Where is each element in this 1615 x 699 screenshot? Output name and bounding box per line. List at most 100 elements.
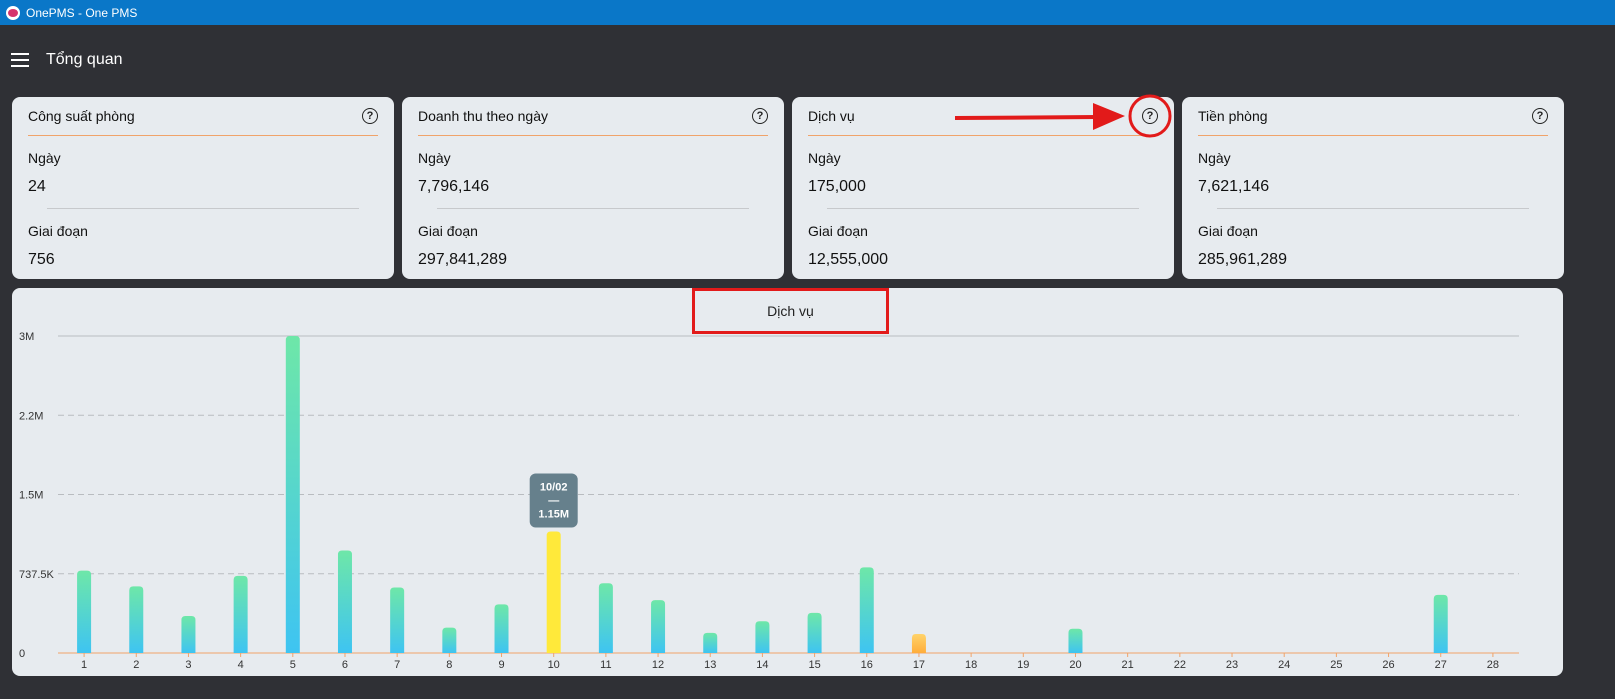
x-tick-label: 3: [185, 659, 191, 671]
x-tick-label: 15: [808, 659, 820, 671]
chart-bar[interactable]: [77, 570, 92, 653]
period-label: Giai đoạn: [28, 223, 88, 239]
period-label: Giai đoạn: [808, 223, 868, 239]
chart-bar[interactable]: [807, 612, 822, 653]
x-tick-label: 19: [1017, 659, 1029, 671]
x-tick-label: 17: [913, 659, 925, 671]
app-bar: Tổng quan: [0, 25, 1615, 95]
y-tick-label: 2.2M: [19, 410, 43, 422]
x-tick-label: 10: [548, 659, 560, 671]
tooltip-text: 1.15M: [538, 508, 569, 520]
x-tick-label: 6: [342, 659, 348, 671]
chart-tooltip: 10/02 —1.15M: [529, 473, 578, 528]
card-room-occupancy: Công suất phòng ? Ngày 24 Giai đoạn 756: [12, 97, 394, 279]
chart-bar[interactable]: [598, 583, 613, 653]
card-title-underline: [418, 135, 768, 136]
period-value: 756: [28, 251, 55, 268]
x-tick-label: 27: [1435, 659, 1447, 671]
chart-bar[interactable]: [129, 586, 144, 653]
x-tick-label: 7: [394, 659, 400, 671]
card-daily-revenue: Doanh thu theo ngày ? Ngày 7,796,146 Gia…: [402, 97, 784, 279]
x-tick-label: 16: [861, 659, 873, 671]
chart-bar[interactable]: [494, 604, 509, 653]
services-bar-chart[interactable]: 0737.5K1.5M2.2M3M 1 2 3 4 5 6 7 8 9 10 11 12 13 14 15 1…: [12, 288, 1563, 676]
card-services: Dịch vụ ? Ngày 175,000 Giai đoạn 12,555,…: [792, 97, 1174, 279]
period-label: Giai đoạn: [418, 223, 478, 239]
card-title-underline: [28, 135, 378, 136]
x-tick-label: 12: [652, 659, 664, 671]
chart-bar[interactable]: [285, 336, 300, 653]
chart-bar[interactable]: [442, 627, 457, 653]
day-label: Ngày: [28, 150, 61, 166]
day-label: Ngày: [1198, 150, 1231, 166]
x-tick-label: 9: [498, 659, 504, 671]
card-title: Tiền phòng: [1198, 108, 1268, 124]
help-icon[interactable]: ?: [1142, 108, 1158, 124]
tooltip-text: 10/02: [540, 481, 568, 493]
card-divider: [827, 208, 1139, 209]
period-value: 297,841,289: [418, 251, 507, 268]
y-tick-label: 0: [19, 648, 25, 660]
card-title-underline: [1198, 135, 1548, 136]
card-title: Dịch vụ: [808, 108, 855, 124]
day-label: Ngày: [418, 150, 451, 166]
x-tick-label: 2: [133, 659, 139, 671]
chart-bar[interactable]: [546, 531, 561, 653]
card-room-charges: Tiền phòng ? Ngày 7,621,146 Giai đoạn 28…: [1182, 97, 1564, 279]
x-tick-label: 20: [1069, 659, 1081, 671]
y-tick-label: 1.5M: [19, 490, 43, 502]
help-icon[interactable]: ?: [362, 108, 378, 124]
chart-bar[interactable]: [233, 575, 248, 653]
chart-panel: 0 737.5K 1.5M 2.2M 3M 1 2 3 4 5 6 7 8 9 10 11 12 13 14 15 1…: [12, 288, 1563, 676]
x-tick-label: 4: [238, 659, 244, 671]
chart-bar[interactable]: [859, 567, 874, 653]
x-tick-label: 11: [600, 659, 611, 671]
card-title-underline: [808, 135, 1158, 136]
day-value: 175,000: [808, 178, 866, 195]
app-logo-icon: [6, 5, 20, 20]
x-tick-label: 24: [1278, 659, 1290, 671]
x-tick-label: 18: [965, 659, 977, 671]
x-tick-label: 23: [1226, 659, 1238, 671]
window-title: OnePMS - One PMS: [26, 5, 138, 20]
chart-bar[interactable]: [911, 633, 926, 653]
chart-bar[interactable]: [390, 587, 405, 653]
chart-bar[interactable]: [651, 600, 666, 653]
card-title: Doanh thu theo ngày: [418, 108, 548, 124]
help-icon[interactable]: ?: [1532, 108, 1548, 124]
chart-bar[interactable]: [337, 550, 352, 653]
y-tick-label: 737.5K: [19, 569, 55, 581]
period-value: 285,961,289: [1198, 251, 1287, 268]
x-tick-label: 21: [1122, 659, 1134, 671]
menu-icon[interactable]: [11, 53, 29, 67]
x-tick-label: 8: [446, 659, 452, 671]
x-tick-label: 5: [290, 659, 296, 671]
x-tick-label: 22: [1174, 659, 1186, 671]
day-value: 7,796,146: [418, 178, 490, 195]
period-label: Giai đoạn: [1198, 223, 1258, 239]
card-divider: [47, 208, 359, 209]
card-divider: [437, 208, 749, 209]
page-title: Tổng quan: [46, 51, 123, 68]
x-tick-label: 25: [1330, 659, 1342, 671]
x-tick-label: 26: [1382, 659, 1394, 671]
chart-bar[interactable]: [703, 632, 718, 653]
help-icon[interactable]: ?: [752, 108, 768, 124]
chart-bar[interactable]: [1068, 628, 1083, 653]
period-value: 12,555,000: [808, 251, 889, 268]
day-value: 7,621,146: [1198, 178, 1270, 195]
chart-bar[interactable]: [755, 621, 770, 653]
annotation-highlight-box: [692, 288, 889, 334]
x-tick-label: 14: [756, 659, 768, 671]
tooltip-text: —: [548, 495, 559, 507]
x-tick-label: 28: [1487, 659, 1499, 671]
x-tick-label: 13: [704, 659, 716, 671]
chart-bar[interactable]: [1433, 594, 1448, 653]
x-tick-label: 1: [81, 659, 87, 671]
card-title: Công suất phòng: [28, 108, 135, 124]
day-value: 24: [28, 178, 46, 195]
day-label: Ngày: [808, 150, 841, 166]
y-tick-label: 3M: [19, 331, 34, 343]
window-titlebar: OnePMS - One PMS: [0, 0, 1615, 25]
chart-bar[interactable]: [181, 616, 196, 653]
